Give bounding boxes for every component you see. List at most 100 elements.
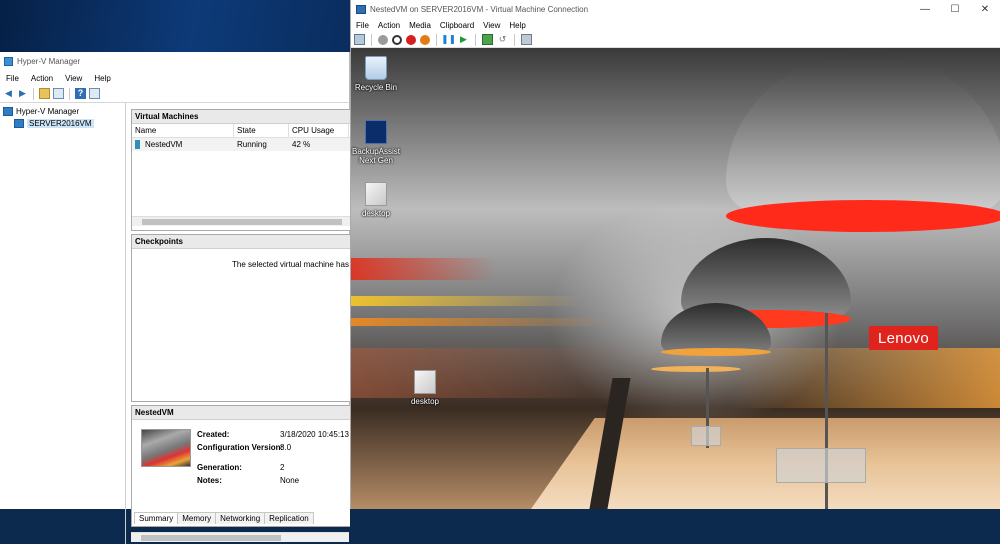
pause-icon[interactable]: ❚❚ xyxy=(441,34,456,45)
details-header: NestedVM xyxy=(132,406,350,420)
details-tabs: Summary Memory Networking Replication xyxy=(134,512,314,524)
tab-replication[interactable]: Replication xyxy=(264,512,314,524)
window-controls: — ☐ ✕ xyxy=(910,0,1000,19)
action-pane-icon[interactable] xyxy=(89,88,100,99)
virtual-machines-header: Virtual Machines xyxy=(132,110,350,124)
hyperv-app-icon xyxy=(4,57,13,66)
host-desktop-background xyxy=(0,0,350,52)
column-cpu-usage[interactable]: CPU Usage xyxy=(289,124,349,137)
config-version-value: 8.0 xyxy=(280,443,292,452)
toolbar-separator xyxy=(514,33,515,46)
minimize-button[interactable]: — xyxy=(910,0,940,19)
shut-down-icon[interactable] xyxy=(406,34,416,45)
start-icon[interactable] xyxy=(378,34,388,45)
menu-action[interactable]: Action xyxy=(31,74,53,83)
vmc-menu-bar: File Action Media Clipboard View Help xyxy=(351,19,1000,32)
menu-view[interactable]: View xyxy=(483,21,500,30)
notes-label: Notes: xyxy=(197,476,222,485)
scrollbar-thumb[interactable] xyxy=(141,535,281,541)
vm-display[interactable]: Lenovo Recycle Bin BackupAssist Next Gen… xyxy=(351,48,1000,509)
enhanced-session-icon[interactable] xyxy=(521,34,532,45)
wallpaper-streak xyxy=(351,348,621,398)
details-body: Created: 3/18/2020 10:45:13 A Configurat… xyxy=(132,420,356,510)
vm-connection-window: NestedVM on SERVER2016VM - Virtual Machi… xyxy=(350,0,1000,509)
navigation-tree: Hyper-V Manager SERVER2016VM xyxy=(0,103,126,544)
center-pane: Virtual Machines Name State CPU Usage Ne… xyxy=(131,109,371,542)
hyperv-manager-icon xyxy=(3,106,13,116)
generation-value: 2 xyxy=(280,463,285,472)
wallpaper-streak xyxy=(351,296,581,306)
back-arrow-icon[interactable]: ◀ xyxy=(3,88,14,99)
vm-column-headers: Name State CPU Usage xyxy=(132,124,350,138)
wallpaper-bench xyxy=(776,448,866,483)
menu-clipboard[interactable]: Clipboard xyxy=(440,21,474,30)
menu-file[interactable]: File xyxy=(6,74,19,83)
hyperv-manager-window: Hyper-V Manager File Action View Help ◀ … xyxy=(0,52,371,544)
file-icon xyxy=(414,370,436,394)
toolbar-separator xyxy=(371,33,372,46)
menu-help[interactable]: Help xyxy=(509,21,525,30)
center-horizontal-scrollbar[interactable] xyxy=(131,532,349,542)
tab-networking[interactable]: Networking xyxy=(215,512,266,524)
vm-horizontal-scrollbar[interactable] xyxy=(132,216,350,226)
desktop-icon-label: desktop xyxy=(361,209,391,218)
menu-media[interactable]: Media xyxy=(409,21,431,30)
wallpaper-streak xyxy=(351,258,496,280)
vm-state: Running xyxy=(237,140,267,149)
created-value: 3/18/2020 10:45:13 A xyxy=(280,430,357,439)
created-label: Created: xyxy=(197,430,230,439)
help-icon[interactable]: ? xyxy=(75,88,86,99)
scrollbar-thumb[interactable] xyxy=(142,219,342,225)
menu-view[interactable]: View xyxy=(65,74,82,83)
tree-server-label: SERVER2016VM xyxy=(27,118,94,128)
toolbar-separator xyxy=(33,87,34,100)
vm-name-cell: NestedVM xyxy=(132,138,234,151)
hyperv-title: Hyper-V Manager xyxy=(17,57,81,66)
vm-icon xyxy=(135,140,140,149)
turn-off-icon[interactable] xyxy=(392,34,402,45)
menu-action[interactable]: Action xyxy=(378,21,400,30)
ctrl-alt-del-icon[interactable] xyxy=(354,34,365,45)
server-icon xyxy=(14,118,24,128)
vm-name: NestedVM xyxy=(145,140,183,149)
revert-icon[interactable]: ↺ xyxy=(497,34,508,45)
vmc-title-bar: NestedVM on SERVER2016VM - Virtual Machi… xyxy=(351,0,1000,19)
tree-item-root[interactable]: Hyper-V Manager xyxy=(0,105,125,117)
file-icon xyxy=(365,182,387,206)
wallpaper-streak xyxy=(351,318,611,326)
vm-thumbnail[interactable] xyxy=(141,429,191,467)
wallpaper-bench xyxy=(691,426,721,446)
desktop-icon-label: BackupAssist Next Gen xyxy=(351,147,401,165)
table-row[interactable]: NestedVM Running 42 % xyxy=(132,138,350,151)
recycle-bin-icon xyxy=(365,56,387,80)
desktop-icon-desktop-file[interactable]: desktop xyxy=(394,370,456,406)
toolbar-separator xyxy=(69,87,70,100)
menu-file[interactable]: File xyxy=(356,21,369,30)
hyperv-menu-bar: File Action View Help xyxy=(0,71,349,85)
menu-help[interactable]: Help xyxy=(94,74,110,83)
desktop-icon-backupassist[interactable]: BackupAssist Next Gen xyxy=(351,120,407,165)
tab-memory[interactable]: Memory xyxy=(177,512,217,524)
vmconnect-app-icon xyxy=(356,5,366,14)
tree-root-label: Hyper-V Manager xyxy=(16,106,80,116)
desktop-icon-desktop-file[interactable]: desktop xyxy=(351,182,407,218)
forward-arrow-icon[interactable]: ▶ xyxy=(17,88,28,99)
save-icon[interactable] xyxy=(420,34,430,45)
maximize-button[interactable]: ☐ xyxy=(940,0,970,19)
checkpoints-panel: Checkpoints The selected virtual machine… xyxy=(131,234,371,402)
toolbar-separator xyxy=(436,33,437,46)
tab-summary[interactable]: Summary xyxy=(134,512,179,524)
checkpoint-icon[interactable] xyxy=(482,34,493,45)
show-hide-tree-icon[interactable] xyxy=(53,88,64,99)
resume-icon[interactable]: ▶ xyxy=(458,34,469,45)
column-name[interactable]: Name xyxy=(132,124,234,137)
column-state[interactable]: State xyxy=(234,124,289,137)
folder-up-icon[interactable] xyxy=(39,88,50,99)
close-button[interactable]: ✕ xyxy=(970,0,1000,19)
notes-value: None xyxy=(280,476,300,485)
tree-item-server[interactable]: SERVER2016VM xyxy=(0,117,125,129)
generation-label: Generation: xyxy=(197,463,242,472)
desktop-icon-recycle-bin[interactable]: Recycle Bin xyxy=(351,56,407,92)
wallpaper-lamp-glow xyxy=(726,200,1000,232)
hyperv-toolbar: ◀ ▶ ? xyxy=(0,85,349,103)
